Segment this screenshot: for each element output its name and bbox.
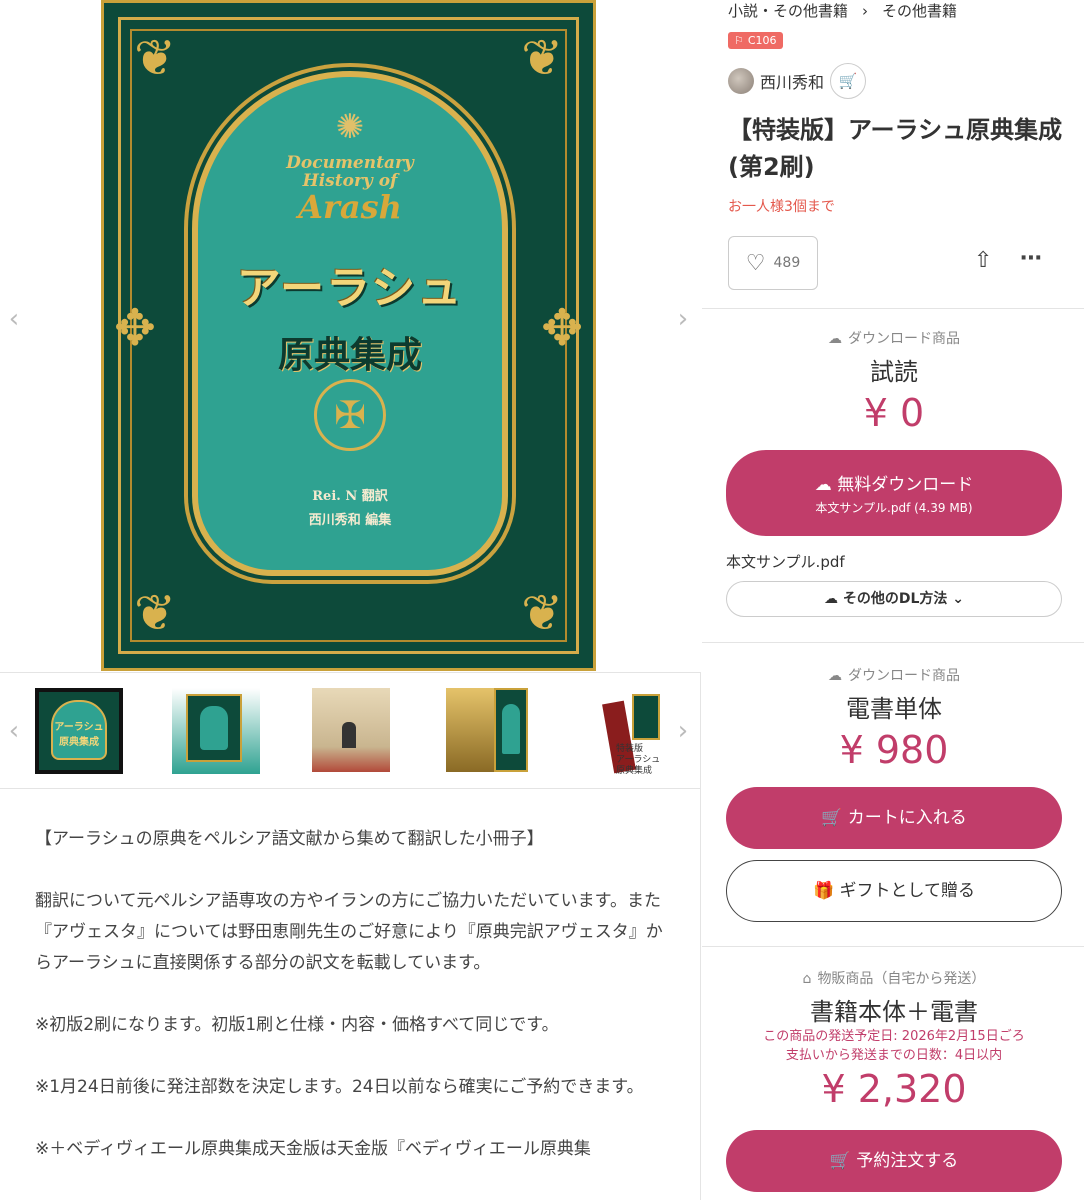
favorite-button[interactable]: ♡ 489 <box>728 236 818 290</box>
cloud-download-icon: ☁ <box>828 668 842 684</box>
avatar[interactable] <box>728 68 754 94</box>
cover-credits: Rei. N 翻訳 西川秀和 編集 <box>308 489 392 528</box>
more-options-icon[interactable]: ⋯ <box>1020 246 1043 271</box>
description-paragraph: 【アーラシュの原典をペルシア語文献から集めて翻訳した小冊子】 <box>35 829 544 849</box>
thumbnail-1[interactable]: アーラシュ原典集成 <box>35 688 123 774</box>
sample-file-name[interactable]: 本文サンプル.pdf <box>726 551 845 572</box>
ornament-icon: ❦ <box>134 584 176 642</box>
thumbnail-2[interactable] <box>172 688 260 774</box>
shop-name[interactable]: 西川秀和 <box>760 69 824 93</box>
main-image-viewer[interactable]: ‹ › ❦ ❦ ❦ ❦ ✥ ✥ ✺ Documentary History of… <box>0 0 701 673</box>
ornament-icon: ❦ <box>521 29 563 87</box>
shop-info[interactable]: 西川秀和 🛒 <box>728 63 867 99</box>
divider <box>702 946 1084 947</box>
offer-name: 書籍本体＋電書 <box>810 998 978 1026</box>
thumbs-prev-arrow-icon[interactable]: ‹ <box>4 716 24 746</box>
description-paragraph: ※1月24日前後に発注部数を決定します。24日以前なら確実にご予約できます。 <box>35 1077 644 1097</box>
thumbnail-strip: ‹ › アーラシュ原典集成 特装版 アーラシュ 原典集成 <box>0 674 701 789</box>
home-icon: ⌂ <box>802 971 812 987</box>
cover-arch-panel: ✺ Documentary History of Arash アーラシュ 原典集… <box>192 71 508 576</box>
divider <box>702 642 1084 643</box>
breadcrumb-link[interactable]: 小説・その他書籍 <box>728 2 848 20</box>
shop-cart-icon[interactable]: 🛒 <box>830 63 867 99</box>
description-paragraph: ※初版2刷になります。初版1刷と仕様・内容・価格すべて同じです。 <box>35 1015 559 1035</box>
free-download-button[interactable]: ☁ 無料ダウンロード 本文サンプル.pdf (4.39 MB) <box>726 450 1062 536</box>
ornament-icon: ✥ <box>114 299 156 357</box>
book-cover-image: ❦ ❦ ❦ ❦ ✥ ✥ ✺ Documentary History of Ara… <box>101 0 596 671</box>
offer-name: 試読 <box>870 358 918 386</box>
purchase-limit-notice: お一人様3個まで <box>728 199 835 215</box>
shipping-date: この商品の発送予定日: 2026年2月15日ごろ <box>763 1029 1025 1044</box>
ornament-icon: ✥ <box>541 299 583 357</box>
chevron-down-icon: ⌄ <box>947 591 965 607</box>
cover-english-title: Documentary History of Arash <box>286 153 414 226</box>
breadcrumb: 小説・その他書籍 › その他書籍 <box>728 0 957 21</box>
add-to-cart-button[interactable]: 🛒 カートに入れる <box>726 787 1062 849</box>
offer-ebook: ☁ ダウンロード商品 電書単体 ¥ 980 <box>726 665 1062 772</box>
thumbnail-5[interactable]: 特装版 アーラシュ 原典集成 <box>580 688 668 776</box>
thumbnail-3[interactable] <box>308 688 396 774</box>
thumbs-next-arrow-icon[interactable]: › <box>673 716 693 746</box>
divider <box>702 308 1084 309</box>
other-download-methods-button[interactable]: ☁ その他のDL方法 ⌄ <box>726 581 1062 617</box>
favorite-count: 489 <box>773 255 801 271</box>
gift-icon: 🎁 <box>812 881 840 901</box>
product-gallery-column: ‹ › ❦ ❦ ❦ ❦ ✥ ✥ ✺ Documentary History of… <box>0 0 701 1200</box>
cloud-download-icon: ☁ <box>823 591 843 607</box>
description-paragraph: 翻訳について元ペルシア語専攻の方やイランの方にご協力いただいています。また『アヴ… <box>35 891 663 973</box>
crossed-arrows-emblem-icon: ✠ <box>314 379 386 451</box>
cloud-download-icon: ☁ <box>828 331 842 347</box>
sun-emblem-icon: ✺ <box>335 107 365 147</box>
offer-name: 電書単体 <box>846 695 942 723</box>
preorder-button[interactable]: 🛒 予約注文する <box>726 1130 1062 1192</box>
prev-image-arrow-icon[interactable]: ‹ <box>4 304 24 334</box>
offer-physical-book: ⌂ 物販商品（自宅から発送） 書籍本体＋電書 この商品の発送予定日: 2026年2… <box>726 968 1062 1111</box>
product-title: 【特装版】アーラシュ原典集成(第2刷) <box>728 116 1063 181</box>
purchase-panel: 小説・その他書籍 › その他書籍 ⚐ C106 西川秀和 🛒 【特装版】アーラシュ原典… <box>702 0 1084 1200</box>
description-paragraph: ※＋ベディヴィエール原典集成天金版は天金版『ベディヴィエール原典集 <box>35 1139 591 1159</box>
product-description: 【アーラシュの原典をペルシア語文献から集めて翻訳した小冊子】 翻訳について元ペル… <box>35 824 675 1196</box>
offer-price: ¥ 980 <box>839 728 949 772</box>
send-as-gift-button[interactable]: 🎁 ギフトとして贈る <box>726 860 1062 922</box>
breadcrumb-link[interactable]: その他書籍 <box>882 2 957 20</box>
breadcrumb-separator-icon: › <box>862 2 869 20</box>
offer-price: ¥ 2,320 <box>821 1067 967 1111</box>
cart-icon: 🛒 <box>829 1151 857 1171</box>
offer-price: ¥ 0 <box>863 391 925 435</box>
offer-sample: ☁ ダウンロード商品 試読 ¥ 0 <box>726 328 1062 435</box>
thumbnail-4[interactable] <box>444 688 532 774</box>
cloud-download-icon: ☁ <box>814 475 838 495</box>
flag-icon: ⚐ <box>734 34 744 47</box>
share-icon[interactable]: ⇧ <box>974 248 992 273</box>
cart-icon: 🛒 <box>821 808 848 828</box>
ornament-icon: ❦ <box>521 584 563 642</box>
next-image-arrow-icon[interactable]: › <box>673 304 693 334</box>
shipping-days: 支払いから発送までの日数：4日以内 <box>785 1048 1003 1063</box>
event-tag[interactable]: ⚐ C106 <box>728 32 783 49</box>
ornament-icon: ❦ <box>134 29 176 87</box>
heart-icon: ♡ <box>745 250 766 276</box>
cover-japanese-title: アーラシュ 原典集成 <box>236 263 464 376</box>
